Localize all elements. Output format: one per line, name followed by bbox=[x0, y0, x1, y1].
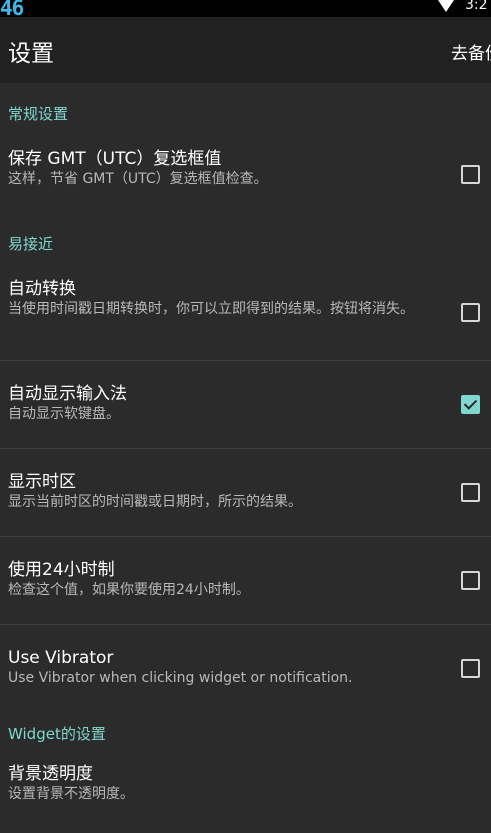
pref-summary: 设置背景不透明度。 bbox=[8, 786, 134, 802]
pref-summary: 这样，节省 GMT（UTC）复选框值检查。 bbox=[8, 171, 268, 187]
checkbox-save-gmt[interactable] bbox=[461, 165, 480, 184]
settings-list: 常规设置 保存 GMT（UTC）复选框值 这样，节省 GMT（UTC）复选框值检… bbox=[0, 83, 491, 833]
backup-button[interactable]: 去备份 bbox=[451, 39, 491, 64]
pref-title: 自动显示输入法 bbox=[8, 384, 127, 404]
pref-auto-show-ime[interactable]: 自动显示输入法 自动显示软键盘。 bbox=[0, 361, 491, 449]
pref-title: 保存 GMT（UTC）复选框值 bbox=[8, 149, 222, 169]
pref-title: 使用24小时制 bbox=[8, 560, 115, 580]
checkbox-auto-convert[interactable] bbox=[461, 303, 480, 322]
checkbox-show-timezone[interactable] bbox=[461, 483, 480, 502]
pref-use-24-hour[interactable]: 使用24小时制 检查这个值，如果你要使用24小时制。 bbox=[0, 537, 491, 625]
pref-title: Use Vibrator bbox=[8, 648, 114, 668]
section-header-accessibility: 易接近 bbox=[8, 235, 54, 253]
status-bar: 46 3:2 bbox=[0, 0, 491, 17]
page-title: 设置 bbox=[8, 41, 54, 67]
pref-title: 自动转换 bbox=[8, 279, 76, 299]
action-bar: 设置 去备份 bbox=[0, 17, 491, 83]
pref-summary: 检查这个值，如果你要使用24小时制。 bbox=[8, 582, 250, 598]
signal-indicator: 46 bbox=[0, 0, 24, 17]
pref-background-opacity[interactable]: 背景透明度 设置背景不透明度。 bbox=[0, 763, 491, 823]
pref-summary: Use Vibrator when clicking widget or not… bbox=[8, 670, 353, 686]
checkbox-auto-show-ime[interactable] bbox=[461, 395, 480, 414]
section-header-general: 常规设置 bbox=[8, 105, 69, 123]
pref-title: 显示时区 bbox=[8, 472, 76, 492]
pref-summary: 当使用时间戳日期转换时，你可以立即得到的结果。按钮将消失。 bbox=[8, 301, 414, 317]
pref-save-gmt-checkbox[interactable]: 保存 GMT（UTC）复选框值 这样，节省 GMT（UTC）复选框值检查。 bbox=[0, 143, 491, 213]
checkbox-use-24-hour[interactable] bbox=[461, 571, 480, 590]
section-header-widget: Widget的设置 bbox=[8, 725, 106, 743]
status-time: 3:2 bbox=[465, 0, 488, 13]
pref-use-vibrator[interactable]: Use Vibrator Use Vibrator when clicking … bbox=[0, 625, 491, 713]
pref-auto-convert[interactable]: 自动转换 当使用时间戳日期转换时，你可以立即得到的结果。按钮将消失。 bbox=[0, 273, 491, 361]
pref-summary: 自动显示软键盘。 bbox=[8, 406, 120, 422]
wifi-icon bbox=[438, 0, 454, 12]
pref-title: 背景透明度 bbox=[8, 764, 93, 784]
pref-summary: 显示当前时区的时间戳或日期时，所示的结果。 bbox=[8, 494, 302, 510]
pref-show-timezone[interactable]: 显示时区 显示当前时区的时间戳或日期时，所示的结果。 bbox=[0, 449, 491, 537]
checkbox-use-vibrator[interactable] bbox=[461, 659, 480, 678]
